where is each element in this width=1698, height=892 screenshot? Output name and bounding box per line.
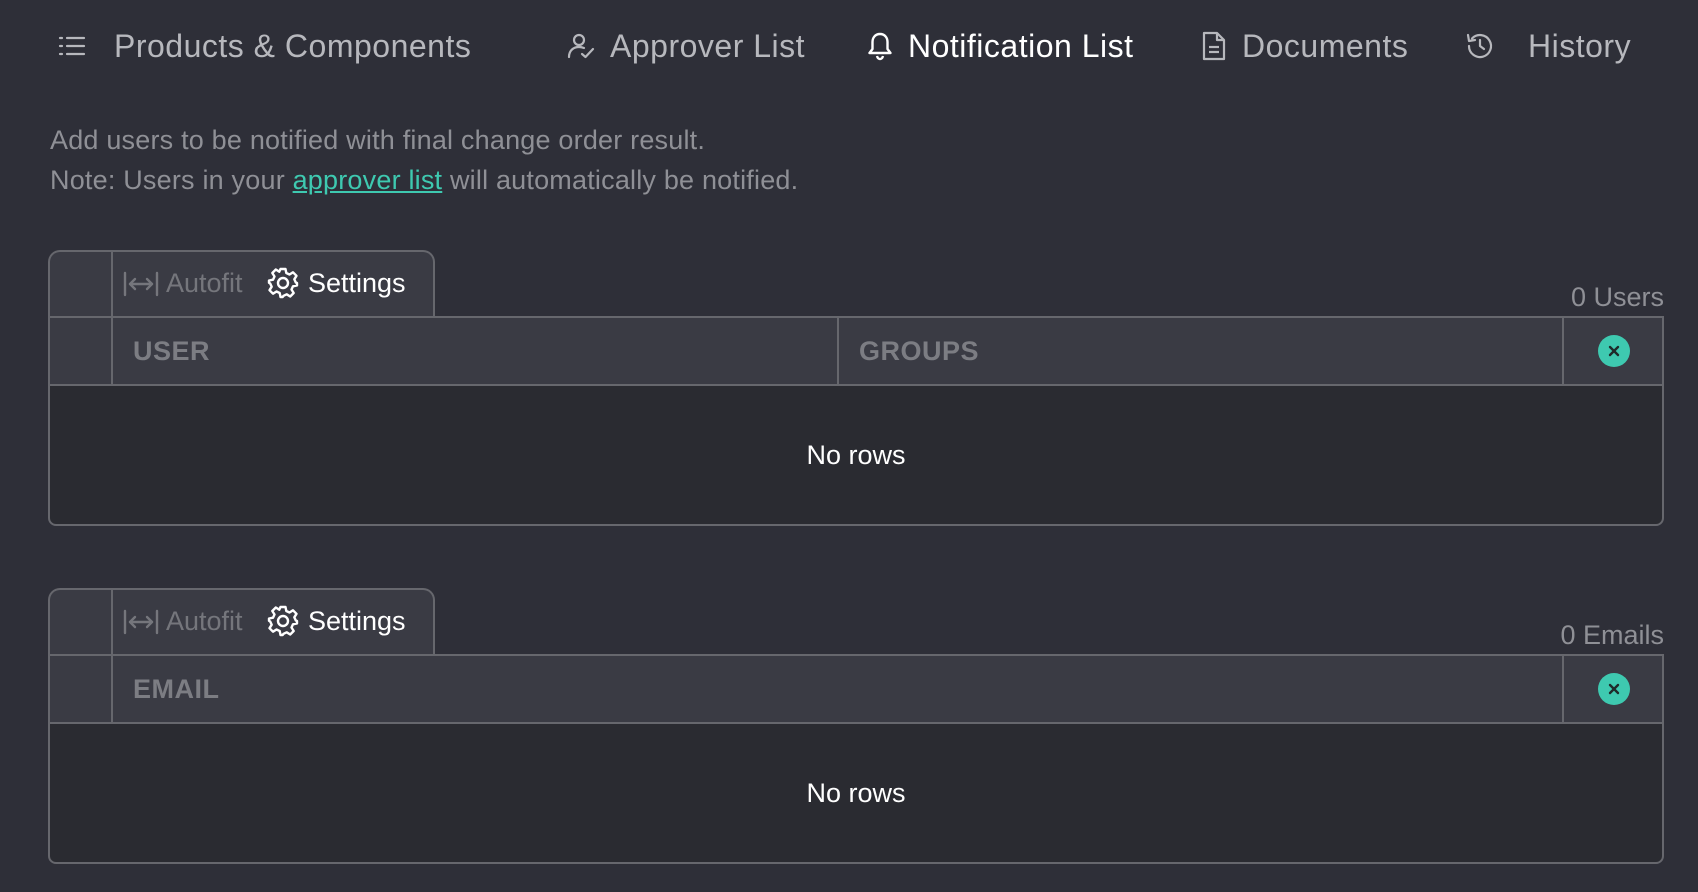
column-header-email[interactable]: EMAIL [113,656,1564,722]
tab-label: Notification List [908,27,1134,64]
users-table-toolbar: Autofit Settings [48,250,435,318]
user-check-icon [567,33,595,59]
users-empty-message: No rows [806,439,906,470]
tab-history[interactable]: History [1464,22,1631,70]
emails-clear-button[interactable] [1598,673,1630,705]
column-header-user[interactable]: USER [113,318,839,384]
emails-grid-header: EMAIL [50,656,1662,724]
bell-icon [868,32,892,61]
document-icon [1202,31,1226,61]
tab-label: Products & Components [114,27,472,64]
tab-label: Approver List [610,27,806,64]
users-clear-button[interactable] [1598,335,1630,367]
users-settings-button[interactable]: Settings [266,266,406,300]
column-header-groups[interactable]: GROUPS [839,318,1564,384]
autofit-icon [123,271,159,296]
users-count: 0 Users [1570,282,1664,312]
emails-grid: EMAIL No rows [48,654,1664,864]
tab-approver-list[interactable]: Approver List [566,22,805,70]
tab-notification-list[interactable]: Notification List [866,22,1133,70]
emails-table-toolbar: Autofit Settings [48,588,435,656]
row-select-column [50,318,113,384]
list-icon [58,36,86,56]
close-icon [1608,683,1620,695]
emails-table: Autofit Settings 0 Emails EMAIL No rows [48,588,1664,864]
notification-list-page: Products & Components Approver List Noti… [0,0,1698,892]
tab-bar: Products & Components Approver List Noti… [0,0,1698,92]
description-line-1: Add users to be notified with final chan… [50,125,706,155]
tab-products-components[interactable]: Products & Components [56,22,471,70]
users-table: Autofit Settings 0 Users USER GROUPS No … [48,250,1664,526]
tab-documents[interactable]: Documents [1200,22,1408,70]
users-grid-header: USER GROUPS [50,318,1662,386]
tab-label: Documents [1242,27,1409,64]
approver-list-link[interactable]: approver list [293,165,443,195]
description: Add users to be notified with final chan… [50,120,798,200]
users-autofit-button[interactable]: Autofit [122,268,243,299]
emails-count: 0 Emails [1560,620,1664,650]
description-line-2: Note: Users in your approver list will a… [50,165,799,195]
emails-settings-button[interactable]: Settings [266,604,406,638]
history-icon [1466,33,1493,59]
autofit-icon [123,609,159,634]
users-grid: USER GROUPS No rows [48,316,1664,526]
tab-label: History [1528,27,1632,64]
close-icon [1608,345,1620,357]
gear-icon [267,267,299,299]
emails-empty-message: No rows [806,777,906,808]
emails-autofit-button[interactable]: Autofit [122,606,243,637]
gear-icon [267,605,299,637]
row-select-column [50,656,113,722]
